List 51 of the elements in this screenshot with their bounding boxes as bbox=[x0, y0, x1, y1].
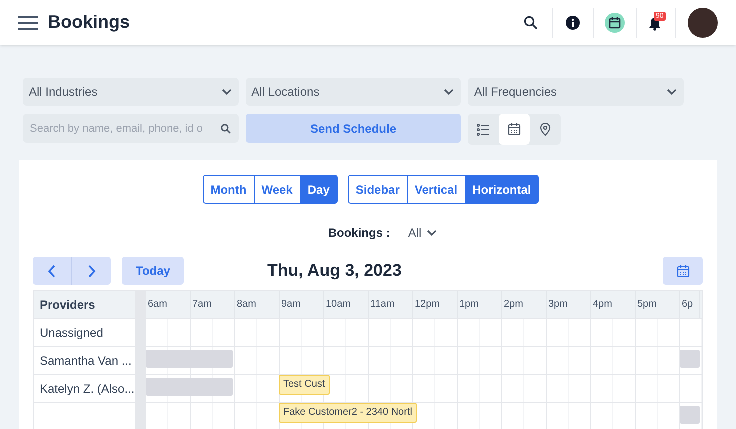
hour-label: 4pm bbox=[593, 298, 612, 312]
send-schedule-button[interactable]: Send Schedule bbox=[246, 114, 462, 143]
bookings-label: Bookings : bbox=[328, 225, 390, 242]
date-picker-button[interactable] bbox=[663, 257, 703, 285]
hour-label: 5pm bbox=[638, 298, 657, 312]
filter-dropdown[interactable]: All Industries bbox=[23, 78, 239, 106]
menu-icon[interactable] bbox=[18, 14, 38, 30]
current-date: Thu, Aug 3, 2023 bbox=[267, 260, 402, 282]
calendar-icon[interactable] bbox=[605, 12, 625, 32]
map-pin-icon bbox=[540, 123, 552, 136]
blocked-time bbox=[680, 406, 700, 424]
hour-label: 12pm bbox=[415, 298, 440, 312]
hour-label: 11am bbox=[370, 298, 395, 312]
avatar[interactable] bbox=[688, 8, 718, 38]
segment-tab[interactable]: Day bbox=[300, 175, 338, 204]
hour-label: 6p bbox=[682, 298, 694, 312]
provider-name: Katelyn Z. (Also... bbox=[40, 380, 135, 398]
hour-label: 3pm bbox=[548, 298, 568, 312]
page-title: Bookings bbox=[48, 11, 130, 34]
booking-event[interactable]: Fake Customer2 - 2340 Nortl bbox=[278, 403, 418, 423]
hour-label: 2pm bbox=[504, 298, 524, 312]
segment-tab[interactable]: Week bbox=[254, 175, 301, 204]
filter-dropdown[interactable]: All Locations bbox=[246, 78, 462, 106]
chevron-right-icon bbox=[88, 264, 96, 278]
search-icon[interactable] bbox=[524, 16, 538, 30]
calendar-icon bbox=[676, 264, 690, 278]
segment-tab[interactable]: Vertical bbox=[408, 175, 466, 204]
view-mode-button[interactable] bbox=[499, 114, 530, 145]
hour-label: 10am bbox=[326, 298, 352, 312]
today-button[interactable]: Today bbox=[122, 257, 184, 285]
segment-tab[interactable]: Sidebar bbox=[348, 175, 408, 204]
info-icon[interactable] bbox=[566, 16, 580, 30]
hour-label: 9am bbox=[282, 298, 301, 312]
chevron-left-icon bbox=[48, 264, 56, 278]
hour-label: 6am bbox=[148, 298, 168, 312]
bookings-dropdown[interactable]: All bbox=[408, 224, 438, 242]
segment-tab[interactable]: Month bbox=[202, 175, 255, 204]
booking-event[interactable]: Test Cust bbox=[278, 375, 330, 395]
hour-label: 7am bbox=[192, 298, 212, 312]
list-icon bbox=[477, 124, 490, 136]
provider-name: Unassigned bbox=[40, 324, 104, 342]
column-header: Providers bbox=[34, 291, 135, 319]
filter-dropdown[interactable]: All Frequencies bbox=[468, 78, 684, 106]
blocked-time bbox=[680, 350, 700, 368]
calendar-icon bbox=[508, 123, 522, 136]
segment-tab[interactable]: Horizontal bbox=[466, 175, 540, 204]
search-field[interactable]: Search by name, email, phone, id o bbox=[23, 114, 239, 143]
hour-label: 8am bbox=[237, 298, 256, 312]
hour-label: 1pm bbox=[460, 298, 479, 312]
search-icon bbox=[220, 124, 231, 134]
provider-name: Samantha Van ... bbox=[40, 352, 132, 370]
